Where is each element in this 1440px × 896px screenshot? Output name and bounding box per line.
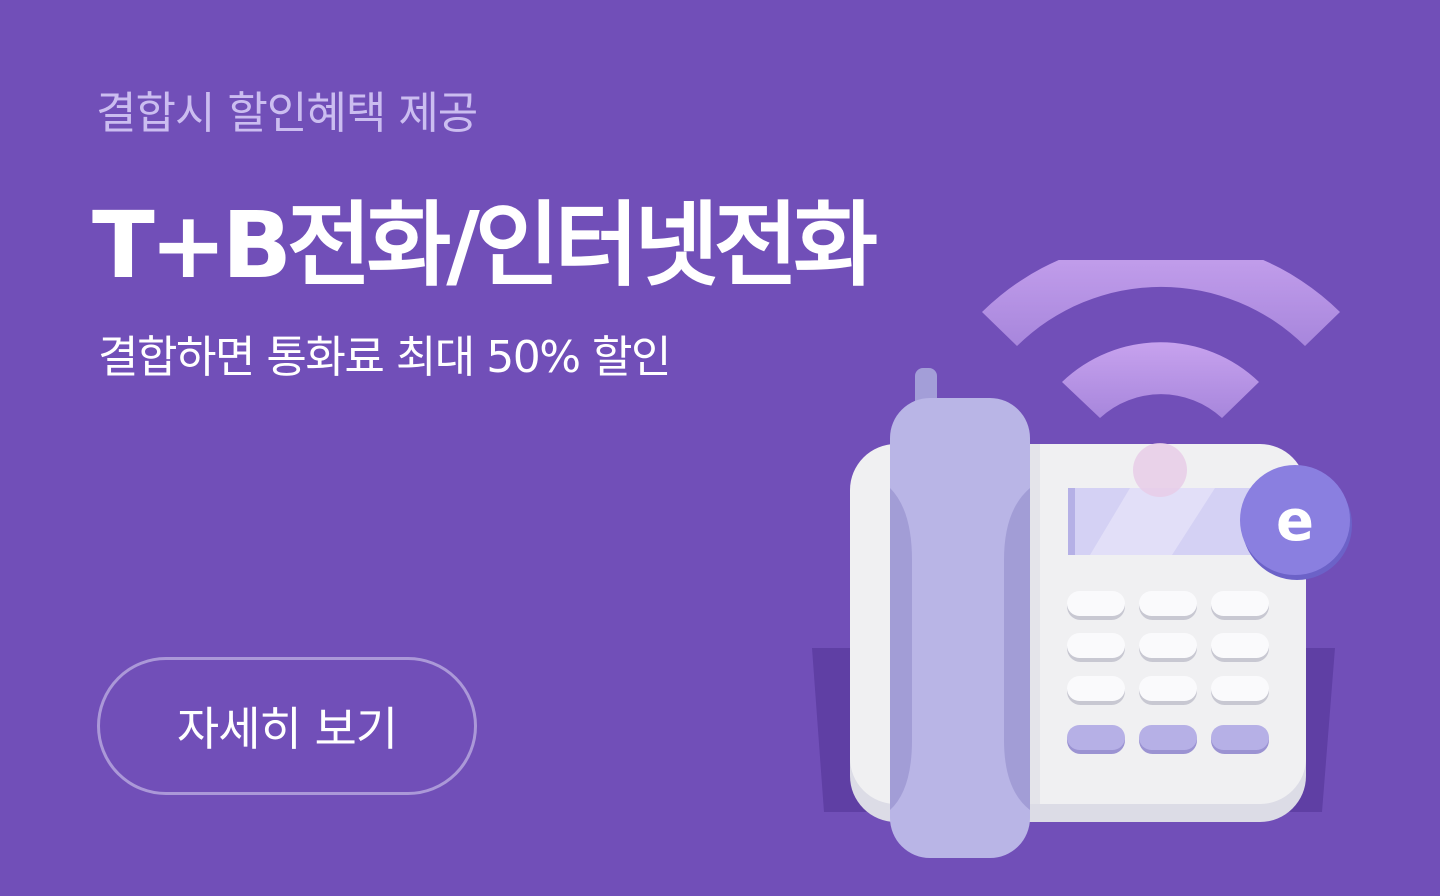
subheadline: 결합하면 통화료 최대 50% 할인 (98, 332, 672, 383)
headline: T+B전화/인터넷전화 (92, 192, 878, 299)
eyebrow-text: 결합시 할인혜택 제공 (96, 88, 478, 139)
promo-banner: 결합시 할인혜택 제공 T+B전화/인터넷전화 결합하면 통화료 최대 50% … (0, 0, 1440, 896)
handset (890, 368, 1030, 858)
desk-phone-illustration: e (812, 260, 1352, 858)
badge-letter: e (1276, 489, 1314, 554)
wifi-signal-icon (982, 260, 1340, 418)
view-details-button[interactable]: 자세히 보기 (97, 657, 477, 795)
